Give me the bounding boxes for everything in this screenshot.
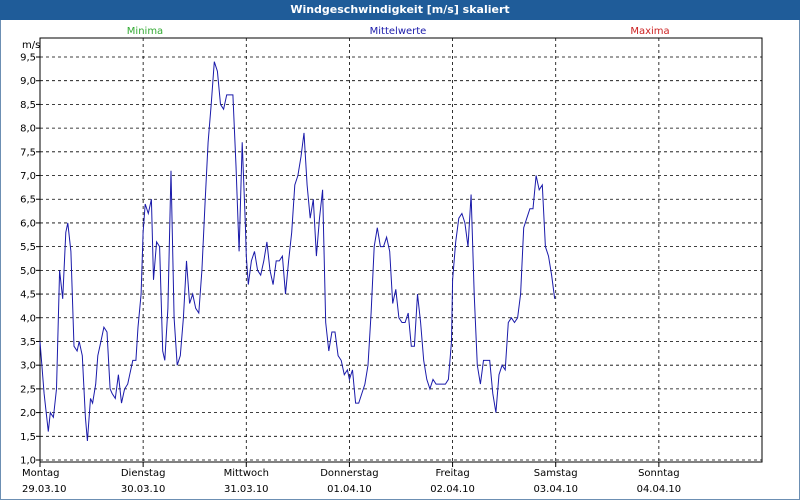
legend-maxima: Maxima [630,26,669,37]
y-tick-label: 7,0 [20,171,36,182]
x-tick-date: 31.03.10 [224,484,269,495]
x-tick-weekday: Montag [22,468,59,479]
x-tick-weekday: Dienstag [121,468,166,479]
chart-series [39,61,556,442]
legend-mittelwerte: Mittelwerte [370,26,427,37]
x-tick-weekday: Sonntag [638,468,680,479]
y-tick-label: 9,5 [20,53,36,64]
x-tick-date: 01.04.10 [327,484,372,495]
y-axis-ticks: 1,0 1,5 2,0 2,5 3,0 3,5 4,0 4,5 5,0 5,5 6,0 6,5 7,0 7… [20,53,40,467]
y-tick-label: 3,0 [20,361,36,372]
x-tick-date: 30.03.10 [121,484,166,495]
y-tick-label: 4,0 [20,313,36,324]
y-tick-label: 8,0 [20,124,36,135]
chart-grid [40,38,763,462]
y-axis-label: m/s [22,40,40,51]
y-tick-label: 8,5 [20,100,36,111]
y-tick-label: 9,0 [20,76,36,87]
y-tick-label: 5,0 [20,266,36,277]
y-tick-label: 6,0 [20,218,36,229]
series-line-mittelwerte [39,61,556,442]
x-tick-date: 29.03.10 [22,484,67,495]
x-tick-weekday: Samstag [534,468,578,479]
y-tick-label: 5,5 [20,242,36,253]
y-tick-label: 1,0 [20,456,36,467]
legend-minima: Minima [127,26,163,37]
y-tick-label: 4,5 [20,290,36,301]
x-tick-date: 04.04.10 [637,484,682,495]
x-tick-date: 03.04.10 [533,484,578,495]
x-tick-weekday: Mittwoch [224,468,269,479]
y-tick-label: 2,0 [20,408,36,419]
y-tick-label: 1,5 [20,432,36,443]
x-axis-ticks: Montag 29.03.10 Dienstag 30.03.10 Mittwoch 31… [22,462,681,495]
y-tick-label: 7,5 [20,147,36,158]
chart-axes [39,37,763,463]
y-tick-label: 6,5 [20,195,36,206]
x-tick-weekday: Freitag [435,468,469,479]
y-tick-label: 2,5 [20,384,36,395]
y-tick-label: 3,5 [20,337,36,348]
x-tick-weekday: Donnerstag [320,468,378,479]
chart-canvas: 1,0 1,5 2,0 2,5 3,0 3,5 4,0 4,5 5,0 5,5 6,0 6,5 7,0 7… [20,26,763,495]
x-tick-date: 02.04.10 [430,484,475,495]
plot-frame [39,37,763,463]
